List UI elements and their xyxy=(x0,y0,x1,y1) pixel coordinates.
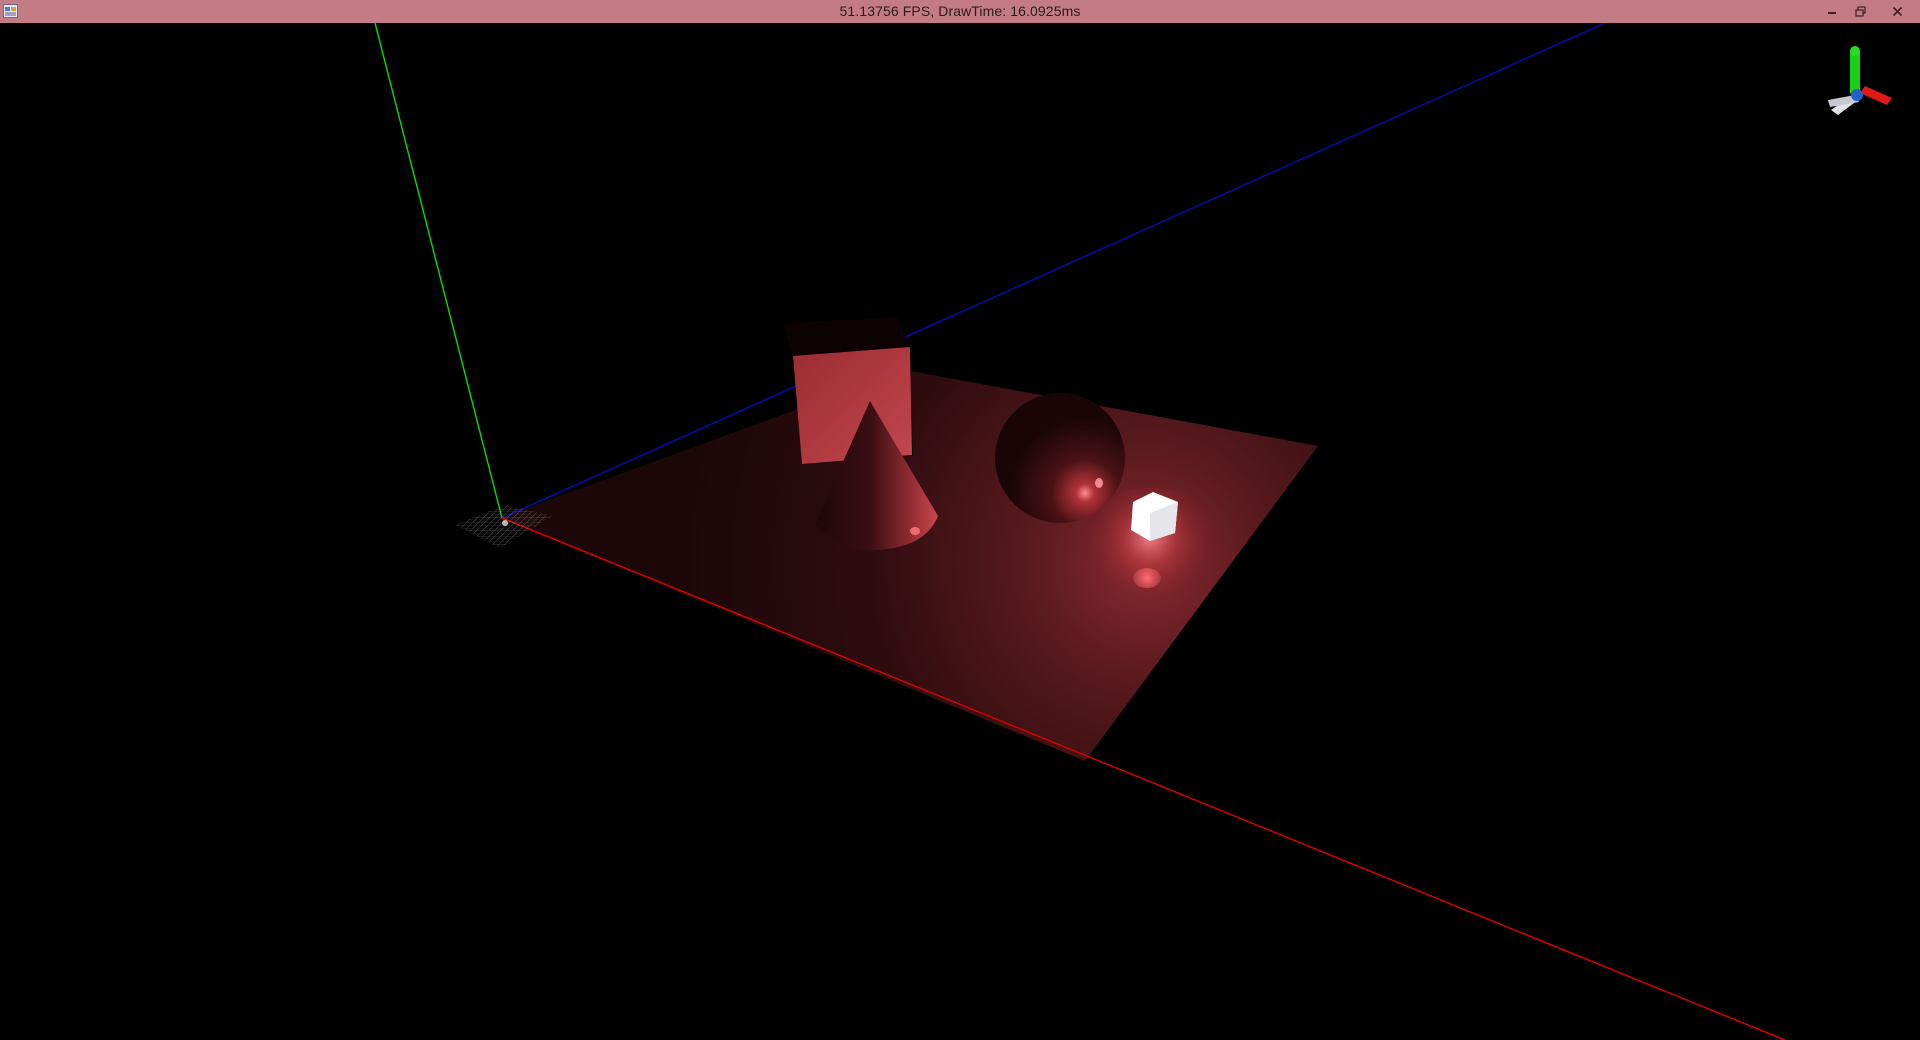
scene-canvas[interactable] xyxy=(0,23,1920,1040)
app-icon[interactable] xyxy=(3,4,18,18)
close-icon xyxy=(1892,6,1902,16)
origin-marker xyxy=(502,520,508,526)
cone-highlight xyxy=(910,527,920,535)
gizmo-x-axis xyxy=(1860,86,1892,105)
gizmo-y-end xyxy=(1850,46,1860,56)
restore-icon xyxy=(1854,5,1866,17)
close-button[interactable] xyxy=(1874,0,1920,22)
y-axis-line xyxy=(374,23,503,519)
gizmo-y-axis xyxy=(1850,50,1860,94)
render-viewport[interactable] xyxy=(0,23,1920,1040)
restore-button[interactable] xyxy=(1846,0,1874,22)
minimize-icon xyxy=(1828,12,1836,14)
minimize-button[interactable] xyxy=(1818,0,1846,22)
orientation-gizmo[interactable] xyxy=(1828,46,1892,115)
sphere xyxy=(995,393,1125,523)
title-bar: 51.13756 FPS, DrawTime: 16.0925ms xyxy=(0,0,1920,23)
sphere-highlight xyxy=(1095,478,1103,488)
gizmo-center xyxy=(1851,89,1863,101)
light-floor-spot xyxy=(1133,568,1161,588)
window-title: 51.13756 FPS, DrawTime: 16.0925ms xyxy=(839,3,1081,19)
